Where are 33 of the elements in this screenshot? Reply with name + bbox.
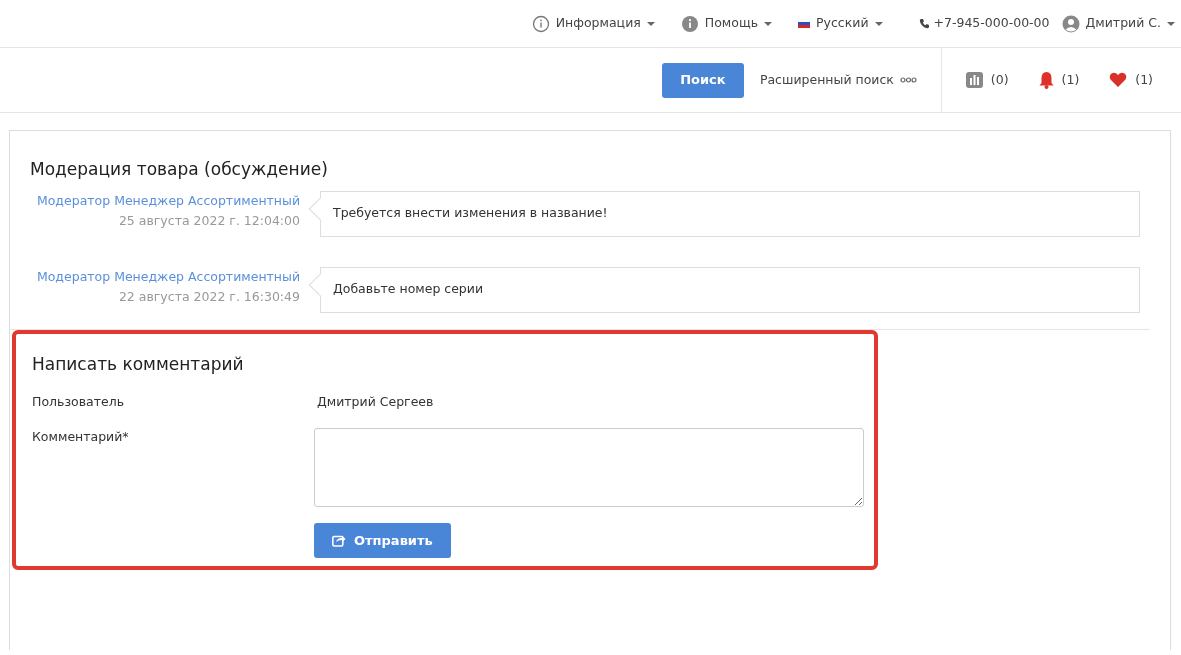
menu-link[interactable]: +7-945-000-00-00 <box>918 14 1050 33</box>
phone-icon <box>918 18 930 29</box>
info-icon <box>531 14 550 33</box>
menu-link[interactable]: Информация <box>531 14 655 33</box>
menu-link[interactable]: Дмитрий С. <box>1061 14 1175 33</box>
share-icon <box>332 533 346 547</box>
counter-link[interactable]: (1) <box>1038 70 1080 90</box>
heart-icon <box>1109 72 1128 88</box>
user-icon <box>1061 14 1080 33</box>
caret-icon <box>646 21 655 26</box>
counter-link[interactable]: (1) <box>1109 70 1153 90</box>
search-button[interactable]: Поиск <box>661 62 744 98</box>
info-icon <box>680 14 699 33</box>
bell-icon <box>1038 71 1054 89</box>
caret-icon <box>1167 21 1175 26</box>
counter-link[interactable]: (0) <box>965 70 1009 90</box>
message-date: 25 августа 2022 г. 12:04:00 <box>117 211 300 230</box>
form-title: Написать комментарий <box>32 352 245 376</box>
bar-chart-icon <box>965 72 983 88</box>
menu-link[interactable]: Русский <box>798 14 883 33</box>
caret-icon <box>874 21 883 26</box>
menu-link[interactable]: Помощь <box>680 14 773 33</box>
flag-icon <box>798 19 811 28</box>
comment-field[interactable] <box>314 427 864 507</box>
field-label: Пользователь <box>32 393 126 411</box>
more-icon <box>899 77 917 83</box>
field-label: Комментарий* <box>32 428 129 444</box>
send-button[interactable]: Отправить <box>314 522 451 558</box>
advanced-search-link[interactable]: Расширенный поиск <box>759 70 917 90</box>
message-date: 22 августа 2022 г. 16:30:49 <box>117 287 300 306</box>
caret-icon <box>764 21 773 26</box>
section-title: Модерация товара (обсуждение) <box>30 158 329 181</box>
user-name: Дмитрий Сергеев <box>317 393 434 411</box>
